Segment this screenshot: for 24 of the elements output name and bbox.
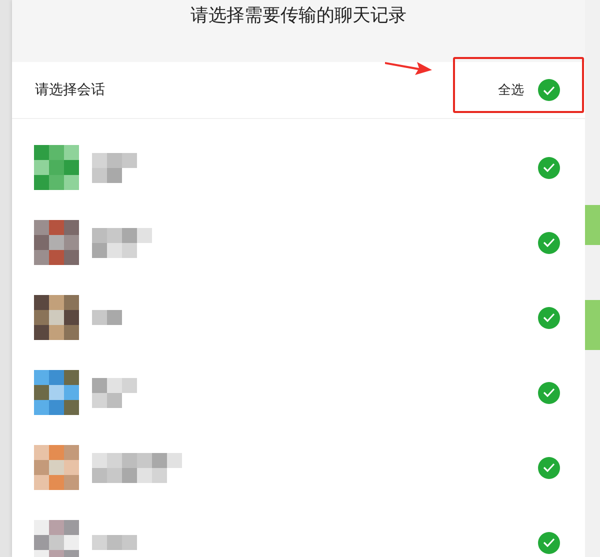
section-label: 请选择会话 — [35, 81, 105, 99]
conversation-checkbox[interactable] — [538, 306, 560, 328]
pixelated-name — [92, 535, 137, 550]
conversation-checkbox[interactable] — [538, 156, 560, 178]
conversation-checkbox[interactable] — [538, 232, 560, 254]
checkmark-icon — [543, 86, 555, 94]
checkmark-icon — [543, 238, 555, 247]
dialog-title: 请选择需要传输的聊天记录 — [190, 4, 406, 28]
checkmark-icon — [543, 163, 555, 172]
conversation-checkbox[interactable] — [538, 456, 560, 478]
pixelated-name — [92, 152, 137, 182]
pixelated-name — [92, 310, 122, 325]
conversation-checkbox[interactable] — [538, 382, 560, 404]
message-bubble — [585, 300, 600, 350]
checkmark-icon — [543, 463, 555, 472]
checkmark-icon — [543, 313, 555, 322]
pixelated-name — [92, 228, 152, 258]
select-all-checkbox[interactable] — [538, 79, 560, 101]
conversation-checkbox[interactable] — [538, 532, 560, 554]
select-all-label: 全选 — [498, 82, 524, 99]
checkmark-icon — [543, 538, 555, 547]
message-bubble — [585, 205, 600, 245]
pixelated-name — [92, 378, 137, 408]
checkmark-icon — [543, 388, 555, 397]
